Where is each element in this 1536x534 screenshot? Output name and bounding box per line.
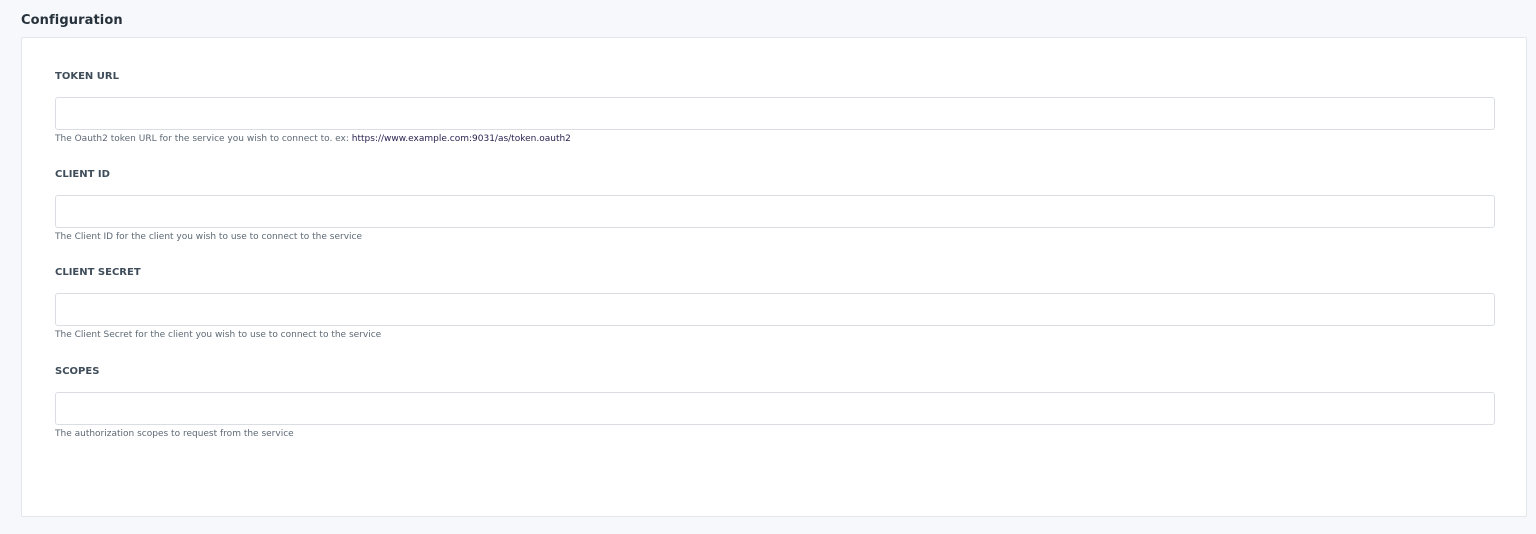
scopes-input[interactable] xyxy=(55,392,1495,425)
client-id-label: CLIENT ID xyxy=(55,169,110,180)
client-id-help: The Client ID for the client you wish to… xyxy=(55,232,363,242)
section-title: Configuration xyxy=(21,13,123,28)
token-url-label: TOKEN URL xyxy=(55,71,119,82)
client-secret-input[interactable] xyxy=(55,293,1495,326)
client-id-field: CLIENT ID The Client ID for the client y… xyxy=(55,169,1495,243)
token-url-input[interactable] xyxy=(55,97,1495,130)
client-id-input[interactable] xyxy=(55,195,1495,228)
configuration-panel: TOKEN URL The Oauth2 token URL for the s… xyxy=(21,37,1527,517)
scopes-help: The authorization scopes to request from… xyxy=(55,429,294,439)
token-url-help: The Oauth2 token URL for the service you… xyxy=(55,133,1495,145)
scopes-field: SCOPES The authorization scopes to reque… xyxy=(55,366,1495,440)
client-secret-help: The Client Secret for the client you wis… xyxy=(55,330,382,340)
client-secret-label: CLIENT SECRET xyxy=(55,267,141,278)
scopes-label: SCOPES xyxy=(55,366,100,377)
client-secret-field: CLIENT SECRET The Client Secret for the … xyxy=(55,267,1495,341)
token-url-help-text: The Oauth2 token URL for the service you… xyxy=(55,134,352,144)
token-url-example-link[interactable]: https://www.example.com:9031/as/token.oa… xyxy=(352,134,571,144)
token-url-field: TOKEN URL The Oauth2 token URL for the s… xyxy=(55,71,1495,145)
